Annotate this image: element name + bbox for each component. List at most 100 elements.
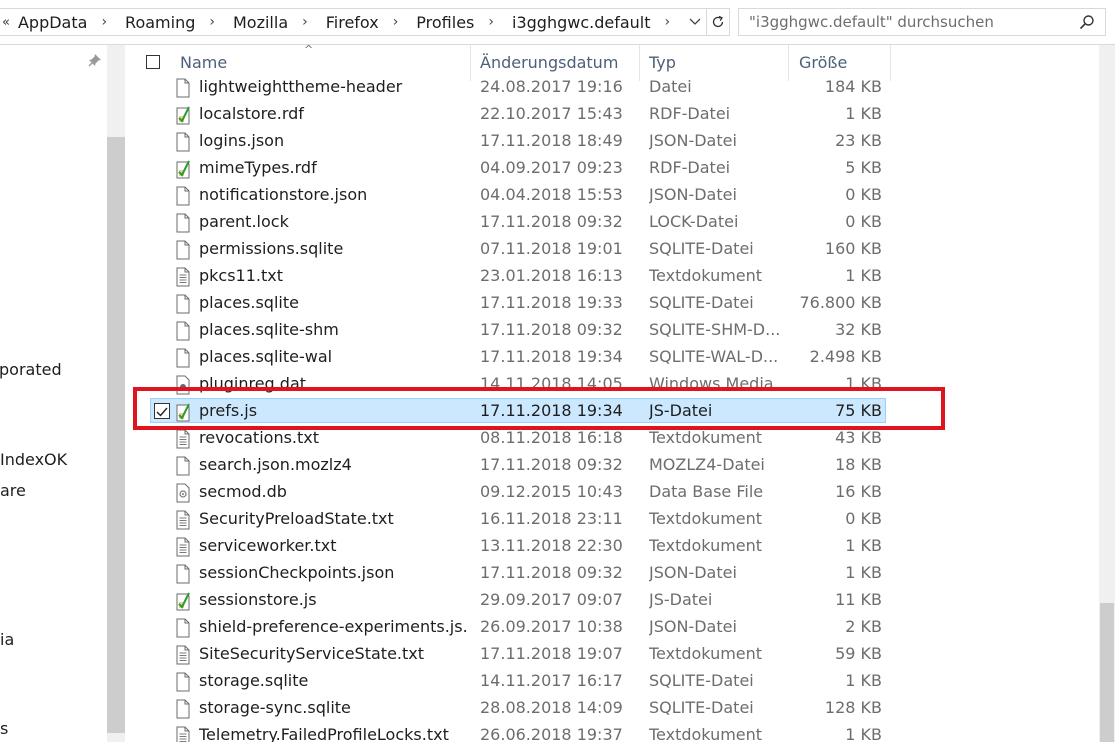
file-type: JS-Datei: [649, 401, 713, 420]
table-row[interactable]: lightweighttheme-header 24.08.2017 19:16 D…: [136, 74, 1099, 101]
search-box[interactable]: [738, 8, 1106, 36]
table-row[interactable]: parent.lock 17.11.2018 09:32 LOCK-Datei 0 K…: [136, 209, 1099, 236]
file-date: 14.11.2017 16:17: [480, 671, 623, 690]
table-row[interactable]: pluginreg.dat 14.11.2018 14:05 Windows Med…: [136, 371, 1099, 398]
nav-scrollbar[interactable]: [107, 45, 125, 742]
breadcrumb-item-profile[interactable]: i3gghgwc.default: [508, 13, 655, 32]
file-name[interactable]: pluginreg.dat: [199, 374, 469, 393]
table-row[interactable]: sessionstore.js 29.09.2017 09:07 JS-Datei 1…: [136, 587, 1099, 614]
pin-icon[interactable]: [88, 53, 102, 67]
chevron-right-icon[interactable]: ›: [91, 14, 121, 30]
vertical-scrollbar[interactable]: [1099, 45, 1115, 742]
file-name[interactable]: storage.sqlite: [199, 671, 469, 690]
address-dropdown-button[interactable]: [684, 8, 706, 36]
column-header-name[interactable]: Name: [180, 53, 227, 72]
table-row[interactable]: sessionCheckpoints.json 17.11.2018 09:32 J…: [136, 560, 1099, 587]
file-name[interactable]: localstore.rdf: [199, 104, 469, 123]
table-row[interactable]: storage-sync.sqlite 28.08.2018 14:09 SQLIT…: [136, 695, 1099, 722]
table-row[interactable]: pkcs11.txt 23.01.2018 16:13 Textdokument 1 …: [136, 263, 1099, 290]
breadcrumb-item-appdata[interactable]: AppData: [14, 13, 91, 32]
table-row[interactable]: storage.sqlite 14.11.2017 16:17 SQLITE-Dat…: [136, 668, 1099, 695]
file-type: Windows Media...: [649, 374, 779, 393]
file-name[interactable]: lightweighttheme-header: [199, 77, 469, 96]
table-row[interactable]: places.sqlite 17.11.2018 19:33 SQLITE-Date…: [136, 290, 1099, 317]
table-row[interactable]: places.sqlite-wal 17.11.2018 19:34 SQLITE-…: [136, 344, 1099, 371]
file-name[interactable]: SiteSecurityServiceState.txt: [199, 644, 469, 663]
file-size: 76.800 KB: [799, 293, 882, 312]
file-name[interactable]: pkcs11.txt: [199, 266, 469, 285]
file-name[interactable]: places.sqlite-shm: [199, 320, 469, 339]
file-name[interactable]: places.sqlite-wal: [199, 347, 469, 366]
blank-file-icon: [176, 618, 190, 638]
chevron-right-icon[interactable]: ›: [199, 14, 229, 30]
file-name[interactable]: prefs.js: [199, 401, 469, 420]
select-all-checkbox[interactable]: [146, 55, 160, 69]
column-header-date[interactable]: Änderungsdatum: [480, 53, 618, 72]
file-name[interactable]: serviceworker.txt: [199, 536, 469, 555]
file-date: 16.11.2018 23:11: [480, 509, 623, 528]
chevron-right-icon[interactable]: ›: [655, 14, 685, 30]
search-icon[interactable]: [1079, 14, 1095, 30]
table-row[interactable]: SiteSecurityServiceState.txt 17.11.2018 1…: [136, 641, 1099, 668]
nav-item[interactable]: ia: [0, 630, 14, 649]
table-row[interactable]: places.sqlite-shm 17.11.2018 09:32 SQLITE-…: [136, 317, 1099, 344]
table-row[interactable]: revocations.txt 08.11.2018 16:18 Textdokum…: [136, 425, 1099, 452]
text-file-icon: [176, 726, 190, 742]
file-name[interactable]: secmod.db: [199, 482, 469, 501]
file-name[interactable]: revocations.txt: [199, 428, 469, 447]
file-size: 160 KB: [824, 239, 882, 258]
table-row-selected[interactable]: prefs.js 17.11.2018 19:34 JS-Datei 75 KB: [136, 398, 1099, 425]
chevron-right-icon[interactable]: ›: [292, 14, 322, 30]
file-date: 14.11.2018 14:05: [480, 374, 623, 393]
nav-scrollbar-thumb[interactable]: [107, 137, 125, 733]
nav-item[interactable]: IndexOK: [0, 450, 67, 469]
column-header-size[interactable]: Größe: [799, 53, 847, 72]
breadcrumb-item-firefox[interactable]: Firefox: [322, 13, 383, 32]
file-name[interactable]: logins.json: [199, 131, 469, 150]
file-name[interactable]: notificationstore.json: [199, 185, 469, 204]
breadcrumb-item-profiles[interactable]: Profiles: [412, 13, 478, 32]
table-row[interactable]: permissions.sqlite 07.11.2018 19:01 SQLITE…: [136, 236, 1099, 263]
chevron-right-icon[interactable]: ›: [478, 14, 508, 30]
file-name[interactable]: sessionCheckpoints.json: [199, 563, 469, 582]
file-date: 17.11.2018 09:32: [480, 212, 623, 231]
breadcrumb-item-mozilla[interactable]: Mozilla: [229, 13, 292, 32]
breadcrumb-item-roaming[interactable]: Roaming: [121, 13, 199, 32]
table-row[interactable]: localstore.rdf 22.10.2017 15:43 RDF-Datei 1…: [136, 101, 1099, 128]
table-row[interactable]: Telemetry.FailedProfileLocks.txt 26.06.20…: [136, 722, 1099, 742]
table-row[interactable]: logins.json 17.11.2018 18:49 JSON-Datei 23 …: [136, 128, 1099, 155]
file-name[interactable]: parent.lock: [199, 212, 469, 231]
vertical-scrollbar-thumb[interactable]: [1100, 603, 1114, 742]
table-row[interactable]: notificationstore.json 04.04.2018 15:53 JS…: [136, 182, 1099, 209]
refresh-button[interactable]: [706, 8, 730, 36]
script-file-icon: [176, 403, 190, 422]
search-input[interactable]: [749, 13, 1069, 31]
file-name[interactable]: Telemetry.FailedProfileLocks.txt: [199, 725, 469, 742]
file-name[interactable]: sessionstore.js: [199, 590, 469, 609]
table-row[interactable]: serviceworker.txt 13.11.2018 22:30 Textdok…: [136, 533, 1099, 560]
file-name[interactable]: shield-preference-experiments.js...: [199, 617, 469, 636]
file-name[interactable]: search.json.mozlz4: [199, 455, 469, 474]
file-size: 0 KB: [845, 185, 882, 204]
nav-item[interactable]: s: [0, 719, 8, 738]
nav-item[interactable]: are: [0, 481, 26, 500]
file-name[interactable]: places.sqlite: [199, 293, 469, 312]
table-row[interactable]: secmod.db 09.12.2015 10:43 Data Base File 1…: [136, 479, 1099, 506]
file-name[interactable]: SecurityPreloadState.txt: [199, 509, 469, 528]
chevron-right-icon[interactable]: ›: [383, 14, 413, 30]
file-date: 04.04.2018 15:53: [480, 185, 623, 204]
nav-item[interactable]: porated: [0, 360, 62, 379]
address-bar: « AppData › Roaming › Mozilla › Firefox …: [0, 0, 1115, 45]
table-row[interactable]: shield-preference-experiments.js... 26.09…: [136, 614, 1099, 641]
column-header-type[interactable]: Typ: [649, 53, 676, 72]
file-name[interactable]: mimeTypes.rdf: [199, 158, 469, 177]
table-row[interactable]: search.json.mozlz4 17.11.2018 09:32 MOZLZ4…: [136, 452, 1099, 479]
breadcrumb-overflow[interactable]: «: [0, 15, 14, 30]
table-row[interactable]: mimeTypes.rdf 04.09.2017 09:23 RDF-Datei 5 …: [136, 155, 1099, 182]
row-checkbox[interactable]: [154, 403, 170, 419]
file-name[interactable]: permissions.sqlite: [199, 239, 469, 258]
file-type: SQLITE-SHM-D...: [649, 320, 779, 339]
file-name[interactable]: storage-sync.sqlite: [199, 698, 469, 717]
file-type: SQLITE-Datei: [649, 698, 754, 717]
table-row[interactable]: SecurityPreloadState.txt 16.11.2018 23:11…: [136, 506, 1099, 533]
